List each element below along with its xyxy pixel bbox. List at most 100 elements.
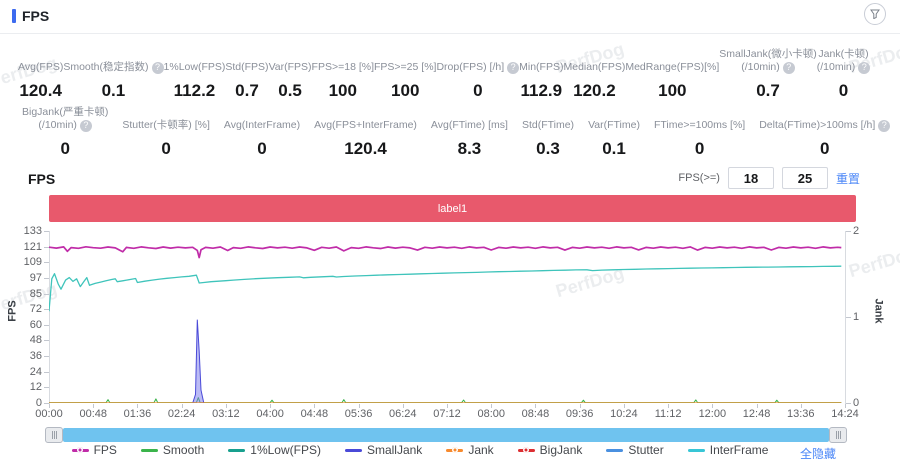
hide-all-link[interactable]: 全隐藏 <box>800 445 836 459</box>
stat-min-fps-: Min(FPS) 112.9 <box>519 61 563 101</box>
stat-value: 0 <box>820 139 830 158</box>
series-smooth <box>49 397 842 403</box>
scrollbar-right-handle[interactable] <box>829 427 847 443</box>
left-axis-tick-label: 133 <box>23 225 42 237</box>
stat-ftime-100ms-%-: FTime>=100ms [%] 0 <box>654 119 745 159</box>
page-title: FPS <box>22 8 50 24</box>
stat-value: 100 <box>658 81 687 100</box>
stat-std-ftime-: Std(FTime) 0.3 <box>522 119 574 159</box>
legend-item-smooth[interactable]: Smooth <box>140 443 205 457</box>
stat-value: 112.2 <box>173 81 216 100</box>
stat-label: Min(FPS) <box>519 61 564 73</box>
help-icon[interactable]: ? <box>151 61 164 74</box>
reset-link[interactable]: 重置 <box>836 170 860 187</box>
help-icon[interactable]: ? <box>507 61 520 74</box>
stat-value: 8.3 <box>457 139 482 158</box>
legend-swatch-icon <box>446 447 464 453</box>
stat-value: 0 <box>473 81 483 100</box>
legend-swatch-icon <box>140 448 158 452</box>
series-interframe <box>49 265 842 312</box>
stat-jank-: Jank(卡顿) (/10min)? 0 <box>817 48 871 101</box>
fps-threshold-input-1[interactable] <box>727 167 774 189</box>
stat-label: FPS>=18 [%] <box>311 61 374 73</box>
legend-label: Jank <box>468 443 494 457</box>
x-axis-tick-label: 03:12 <box>212 408 240 420</box>
stat-value: 0 <box>161 139 171 158</box>
fps-chart-plot[interactable] <box>49 231 845 403</box>
x-axis-tick <box>270 404 272 408</box>
x-axis-tick-label: 13:36 <box>787 408 815 420</box>
legend-item-fps[interactable]: FPS <box>71 443 117 457</box>
stat-1%low-fps-: 1%Low(FPS) 112.2 <box>164 61 226 101</box>
legend-label: BigJank <box>539 443 583 457</box>
x-axis-tick <box>314 404 316 408</box>
help-icon[interactable]: ? <box>782 61 795 74</box>
stat-bigjank-: BigJank(严重卡顿) (/10min)? 0 <box>22 106 108 159</box>
fps-threshold-input-2[interactable] <box>781 167 828 189</box>
x-axis-tick <box>756 404 758 408</box>
x-axis-tick <box>181 404 183 408</box>
legend-item-jank[interactable]: Jank <box>446 443 494 457</box>
stats-row-2: BigJank(严重卡顿) (/10min)? 0 Stutter(卡顿率) [%] 0… <box>22 106 891 159</box>
series-fps <box>49 245 842 259</box>
legend-item-1%low-fps-[interactable]: 1%Low(FPS) <box>228 443 321 457</box>
x-axis-tick-label: 11:12 <box>654 408 682 420</box>
help-icon[interactable]: ? <box>878 119 891 132</box>
scene-label-bar[interactable]: label1 <box>49 195 856 222</box>
filter-button[interactable] <box>864 3 886 25</box>
stat-value: 100 <box>328 81 357 100</box>
stat-std-fps-: Std(FPS) 0.7 <box>225 61 268 101</box>
stat-value: 0.1 <box>602 139 626 158</box>
stat-label: Avg(FTime) [ms] <box>430 119 508 131</box>
legend-item-stutter[interactable]: Stutter <box>606 443 664 457</box>
x-axis-tick-label: 02:24 <box>167 408 196 420</box>
series-smalljank <box>49 319 842 403</box>
legend-item-bigjank[interactable]: BigJank <box>517 443 583 457</box>
x-axis-tick-label: 06:24 <box>389 408 417 420</box>
stat-value: 0.7 <box>756 81 780 100</box>
left-axis-tick-label: 97 <box>29 271 42 284</box>
funnel-icon <box>870 9 880 19</box>
page-header: FPS <box>12 8 49 24</box>
stat-label: Median(FPS) <box>563 61 626 73</box>
left-axis-tick-label: 109 <box>23 256 42 269</box>
scrollbar-track[interactable] <box>63 428 829 442</box>
x-axis-tick <box>49 404 50 408</box>
x-axis-tick-label: 09:36 <box>565 408 594 420</box>
stat-label: Drop(FPS) [/h]? <box>436 61 520 74</box>
stat-value: 0.7 <box>235 81 259 100</box>
legend-item-smalljank[interactable]: SmallJank <box>344 443 422 457</box>
fps-threshold-controls: FPS(>=) 重置 <box>620 167 860 189</box>
stat-label: Std(FTime) <box>521 119 575 131</box>
stat-stutter-%-: Stutter(卡顿率) [%] 0 <box>122 119 210 159</box>
legend-swatch-icon <box>71 447 89 453</box>
stat-avg-interframe-: Avg(InterFrame) 0 <box>224 119 300 159</box>
x-axis-tick <box>668 404 670 408</box>
x-axis-tick-label: 12:48 <box>742 408 771 420</box>
legend-swatch-icon <box>228 448 246 452</box>
x-axis-tick-label: 00:00 <box>35 408 63 420</box>
legend-item-interframe[interactable]: InterFrame <box>687 443 768 457</box>
watermark: PerfDog <box>846 242 900 282</box>
x-axis-tick <box>402 404 404 408</box>
legend-swatch-icon <box>687 448 705 452</box>
stat-value: 100 <box>391 81 420 100</box>
help-icon[interactable]: ? <box>79 119 92 132</box>
legend-label: Smooth <box>162 443 205 457</box>
help-icon[interactable]: ? <box>858 61 871 74</box>
stat-value: 112.9 <box>520 81 563 100</box>
x-axis-tick <box>491 404 493 408</box>
x-axis-tick <box>137 404 139 408</box>
stat-label: Var(FTime) <box>588 119 640 131</box>
left-axis-tick-label: 60 <box>29 318 42 331</box>
scene-label-text: label1 <box>437 202 468 215</box>
stat-value: 0 <box>694 139 705 158</box>
x-axis-tick <box>712 404 714 408</box>
stat-label: Var(FPS) <box>268 61 312 73</box>
stat-label: SmallJank(微小卡顿) <box>719 48 817 60</box>
perfdog-fps-page: FPS PerfDog PerfDog PerfDog PerfDog Perf… <box>0 0 900 459</box>
scrollbar-left-handle[interactable] <box>45 427 63 443</box>
fps-ge-label: FPS(>=) <box>678 172 720 184</box>
title-accent-bar <box>12 9 16 23</box>
legend-label: Stutter <box>628 443 664 457</box>
